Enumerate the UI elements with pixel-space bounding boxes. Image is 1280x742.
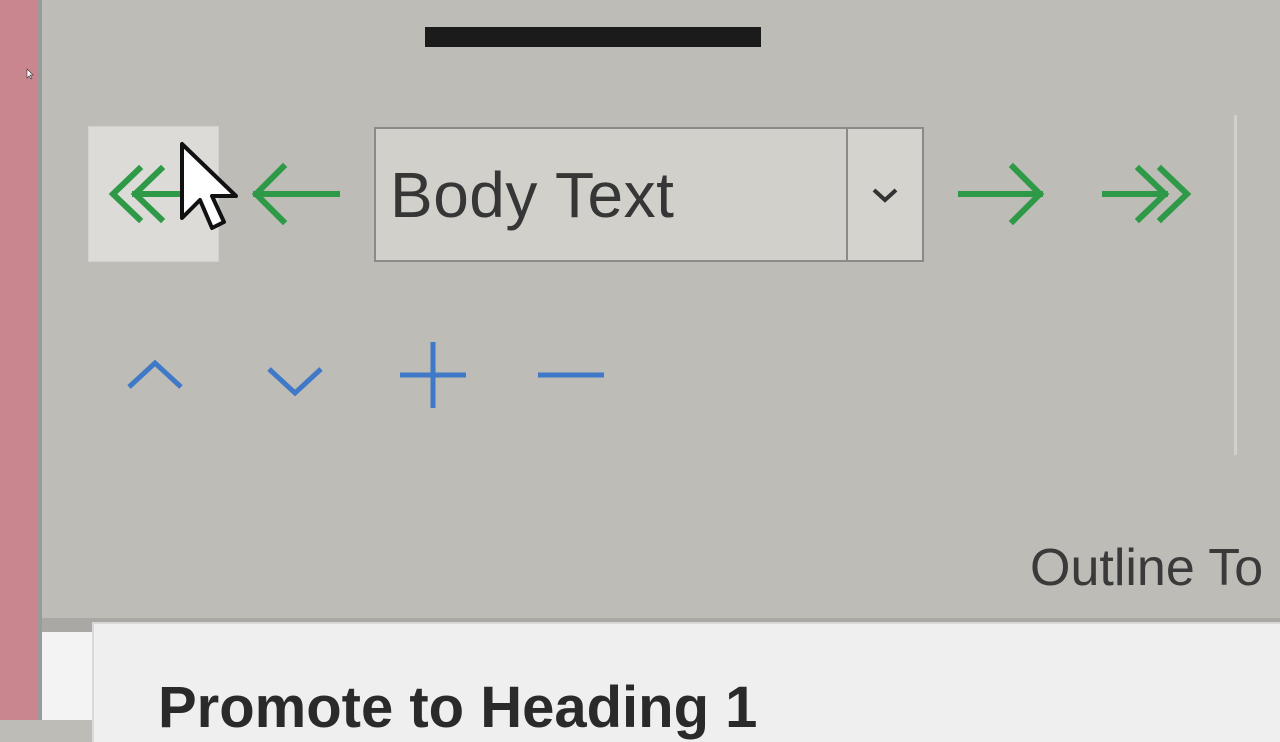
outlining-ribbon	[42, 0, 1280, 618]
double-right-arrow-icon	[1102, 164, 1192, 224]
move-up-button[interactable]	[110, 330, 200, 420]
demote-to-body-text-button[interactable]	[1086, 126, 1206, 262]
plus-icon	[400, 342, 466, 408]
left-arrow-icon	[251, 162, 340, 226]
cropped-heading-glyph	[708, 0, 754, 6]
tiny-cursor-icon	[26, 68, 34, 80]
tooltip-shadow-edge	[42, 632, 92, 720]
window-side-strip	[0, 0, 40, 720]
move-down-button[interactable]	[250, 336, 340, 426]
demote-button[interactable]	[948, 126, 1058, 262]
expand-button[interactable]	[388, 330, 478, 420]
collapse-button[interactable]	[526, 330, 616, 420]
outline-level-dropdown-button[interactable]	[846, 129, 922, 260]
promote-button[interactable]	[238, 126, 348, 262]
tooltip-title: Promote to Heading 1	[158, 675, 758, 740]
mouse-pointer-icon	[180, 142, 238, 230]
chevron-down-icon	[267, 367, 323, 397]
outline-level-value[interactable]: Body Text	[376, 129, 846, 260]
group-separator	[1234, 115, 1237, 455]
right-arrow-icon	[958, 162, 1045, 226]
minus-icon	[538, 372, 604, 378]
outline-level-combobox[interactable]: Body Text	[374, 127, 924, 262]
chevron-down-icon	[872, 188, 898, 203]
tooltip: Promote to Heading 1	[92, 622, 1280, 742]
outline-tools-group-label: Outline To	[1030, 539, 1264, 597]
heading-style-underline	[425, 27, 761, 47]
chevron-up-icon	[127, 359, 183, 389]
